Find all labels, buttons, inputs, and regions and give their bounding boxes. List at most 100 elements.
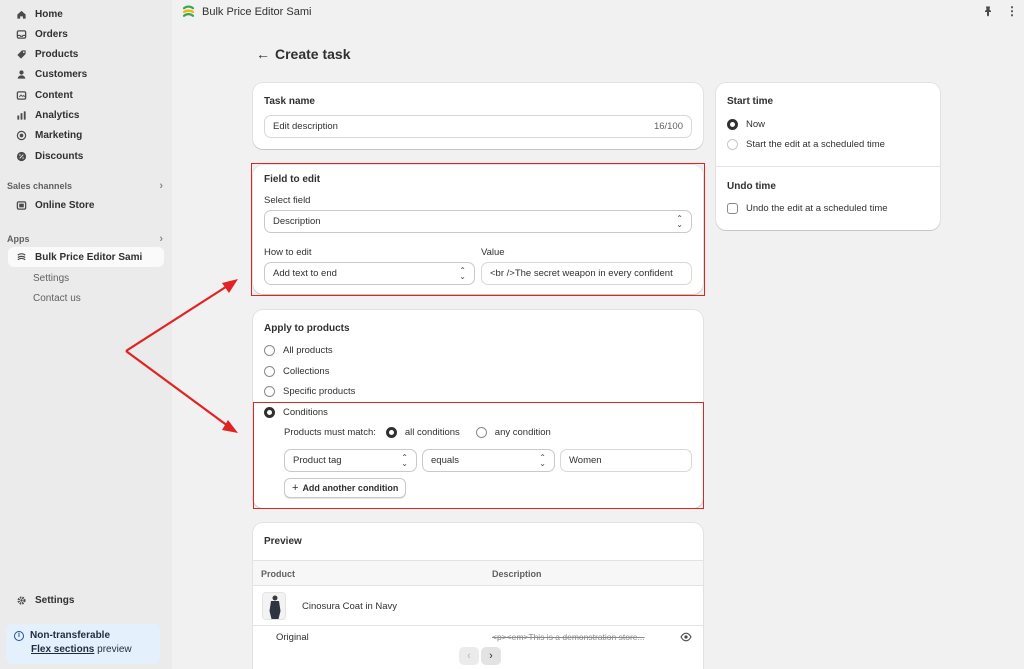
arrowhead-down [222, 420, 238, 433]
back-arrow-icon[interactable]: ← [256, 46, 270, 62]
field-to-edit-card: Field to edit Select field Description ⌃… [253, 165, 703, 294]
sidebar-item-label: Marketing [35, 129, 83, 141]
section-divider [716, 166, 940, 167]
radio-specific-products[interactable]: Specific products [264, 386, 355, 397]
chart-icon [16, 110, 27, 121]
sidebar-subitem-contact[interactable]: Contact us [33, 293, 81, 304]
pin-icon[interactable] [982, 5, 994, 17]
radio-button-selected[interactable] [264, 407, 275, 418]
original-description: <p><em>This is a demonstration store... [492, 632, 645, 642]
sidebar: Home Orders Products Customers Content A… [0, 0, 172, 669]
sidebar-item-marketing[interactable]: Marketing [8, 125, 164, 145]
condition-field-dropdown[interactable]: Product tag ⌃ ⌄ [284, 449, 417, 472]
chevron-right-icon: › [159, 233, 163, 245]
start-time-title: Start time [727, 96, 774, 107]
select-field-label: Select field [264, 195, 311, 206]
radio-collections[interactable]: Collections [264, 366, 329, 377]
arrowhead-up [222, 279, 238, 293]
sidebar-item-app[interactable]: Bulk Price Editor Sami [8, 247, 164, 267]
home-icon [16, 9, 27, 20]
radio-button[interactable] [264, 345, 275, 356]
sidebar-item-label: Discounts [35, 150, 84, 162]
any-condition-label: any condition [494, 427, 551, 438]
eye-icon[interactable] [680, 632, 692, 642]
sidebar-item-products[interactable]: Products [8, 44, 164, 64]
value-input[interactable]: <br />The secret weapon in every confide… [481, 262, 692, 285]
all-conditions-label: all conditions [404, 427, 460, 438]
inbox-icon [16, 29, 27, 40]
notice-title: Non-transferable [30, 630, 111, 641]
sidebar-item-orders[interactable]: Orders [8, 24, 164, 44]
undo-checkbox[interactable] [727, 203, 738, 214]
value-label: Value [481, 247, 505, 258]
sidebar-item-label: Orders [35, 28, 68, 40]
sidebar-subitem-settings[interactable]: Settings [33, 273, 69, 284]
radio-label: Specific products [283, 386, 356, 397]
sales-channels-heading[interactable]: Sales channels › [7, 180, 163, 192]
radio-label: Collections [283, 366, 330, 377]
sidebar-item-label: Bulk Price Editor Sami [35, 251, 143, 263]
sidebar-item-label: Content [35, 89, 73, 101]
table-header [253, 560, 703, 586]
page-title: Create task [275, 46, 351, 62]
radio-button[interactable] [264, 386, 275, 397]
sidebar-item-customers[interactable]: Customers [8, 64, 164, 84]
undo-checkbox-row[interactable]: Undo the edit at a scheduled time [727, 203, 888, 214]
app-logo-icon [16, 252, 27, 263]
add-condition-button[interactable]: + Add another condition [284, 478, 407, 498]
product-name[interactable]: Cinosura Coat in Navy [302, 601, 397, 612]
non-transferable-notice: i Non-transferable Flex sections preview [6, 624, 160, 664]
condition-value-input[interactable]: Women [560, 449, 692, 472]
condition-field-value: Product tag [293, 455, 342, 466]
chevron-updown-icon: ⌃ ⌄ [676, 213, 683, 229]
radio-all-conditions[interactable] [385, 427, 397, 438]
radio-start-now[interactable]: Now [727, 119, 765, 130]
sidebar-item-label: Online Store [35, 199, 95, 211]
sidebar-item-content[interactable]: Content [8, 85, 164, 105]
next-page-button[interactable]: › [481, 647, 501, 665]
more-icon[interactable]: ⋮ [1006, 4, 1018, 18]
condition-operator-value: equals [431, 455, 459, 466]
select-field-dropdown[interactable]: Description ⌃ ⌄ [264, 210, 692, 233]
apply-to-products-title: Apply to products [264, 323, 350, 334]
chevron-updown-icon: ⌃ ⌄ [401, 452, 408, 468]
sidebar-item-label: Customers [35, 68, 88, 80]
sidebar-item-settings[interactable]: Settings [8, 590, 164, 610]
apps-heading[interactable]: Apps › [7, 233, 163, 245]
radio-conditions[interactable]: Conditions [264, 407, 328, 418]
sidebar-item-discounts[interactable]: Discounts [8, 146, 164, 166]
column-description: Description [492, 569, 542, 579]
task-name-input[interactable]: Edit description 16/100 [264, 115, 692, 138]
sidebar-item-online-store[interactable]: Online Store [8, 195, 164, 215]
character-counter: 16/100 [653, 121, 683, 132]
person-icon [16, 69, 27, 80]
app-logo-icon [182, 5, 195, 17]
chevron-right-icon: › [159, 180, 163, 192]
sidebar-item-home[interactable]: Home [8, 4, 164, 24]
checkbox-label: Undo the edit at a scheduled time [746, 203, 888, 214]
condition-value-text: Women [569, 455, 602, 466]
how-to-edit-value: Add text to end [273, 268, 337, 279]
sidebar-item-label: Home [35, 8, 63, 20]
product-thumbnail [262, 592, 286, 620]
how-to-edit-dropdown[interactable]: Add text to end ⌃ ⌄ [264, 262, 475, 285]
tag-icon [16, 49, 27, 60]
radio-start-scheduled[interactable]: Start the edit at a scheduled time [727, 139, 885, 150]
chevron-updown-icon: ⌃ ⌄ [459, 265, 466, 281]
sidebar-item-analytics[interactable]: Analytics [8, 105, 164, 125]
radio-label: Start the edit at a scheduled time [746, 139, 885, 150]
sales-channels-label: Sales channels [7, 181, 73, 191]
preview-title: Preview [264, 536, 302, 547]
radio-all-products[interactable]: All products [264, 345, 333, 356]
condition-operator-dropdown[interactable]: equals ⌃ ⌄ [422, 449, 555, 472]
sidebar-item-label: Products [35, 48, 79, 60]
column-product: Product [261, 569, 296, 579]
radio-button[interactable] [727, 139, 738, 150]
radio-button-selected[interactable] [727, 119, 738, 130]
radio-button[interactable] [264, 366, 275, 377]
sidebar-item-label: Settings [35, 594, 75, 606]
radio-label: Now [746, 119, 766, 130]
flex-sections-link[interactable]: Flex sections [31, 644, 94, 655]
radio-any-condition[interactable] [475, 427, 487, 438]
previous-page-button[interactable]: ‹ [459, 647, 479, 665]
